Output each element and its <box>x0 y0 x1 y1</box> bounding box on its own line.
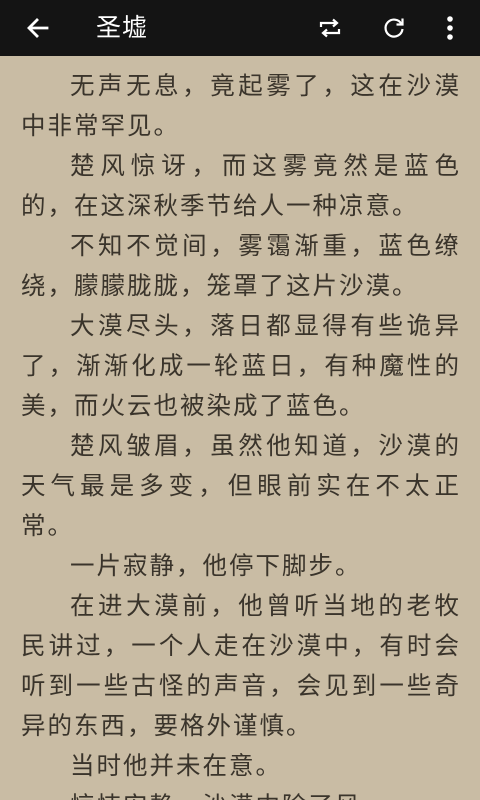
book-title: 圣墟 <box>96 13 149 42</box>
back-button[interactable] <box>14 0 62 56</box>
paragraph: 惊悚安静，沙漠中除了风... <box>21 786 461 800</box>
toolbar: 圣墟 <box>0 0 480 56</box>
chapter-text: 无声无息，竟起雾了，这在沙漠中非常罕见。 楚风惊讶，而这雾竟然是蓝色的，在这深秋… <box>21 66 461 800</box>
reader-content[interactable]: 无声无息，竟起雾了，这在沙漠中非常罕见。 楚风惊讶，而这雾竟然是蓝色的，在这深秋… <box>0 56 480 800</box>
paragraph: 无声无息，竟起雾了，这在沙漠中非常罕见。 <box>21 71 461 140</box>
paragraph: 不知不觉间，雾霭渐重，蓝色缭绕，朦朦胧胧，笼罩了这片沙漠。 <box>21 231 461 300</box>
repeat-button[interactable] <box>306 0 354 56</box>
repeat-icon <box>317 15 343 41</box>
paragraph: 一片寂静，他停下脚步。 <box>70 551 362 580</box>
back-arrow-icon <box>25 15 51 41</box>
refresh-button[interactable] <box>370 0 418 56</box>
more-options-button[interactable] <box>426 0 474 56</box>
paragraph: 楚风皱眉，虽然他知道，沙漠的天气最是多变，但眼前实在不太正常。 <box>21 431 461 540</box>
paragraph: 楚风惊讶，而这雾竟然是蓝色的，在这深秋季节给人一种凉意。 <box>21 151 461 220</box>
refresh-icon <box>381 15 407 41</box>
paragraph: 在进大漠前，他曾听当地的老牧民讲过，一个人走在沙漠中，有时会听到一些古怪的声音，… <box>21 591 461 740</box>
paragraph: 大漠尽头，落日都显得有些诡异了，渐渐化成一轮蓝日，有种魔性的美，而火云也被染成了… <box>21 311 461 420</box>
more-vertical-icon <box>445 14 455 42</box>
paragraph: 当时他并未在意。 <box>70 751 282 780</box>
